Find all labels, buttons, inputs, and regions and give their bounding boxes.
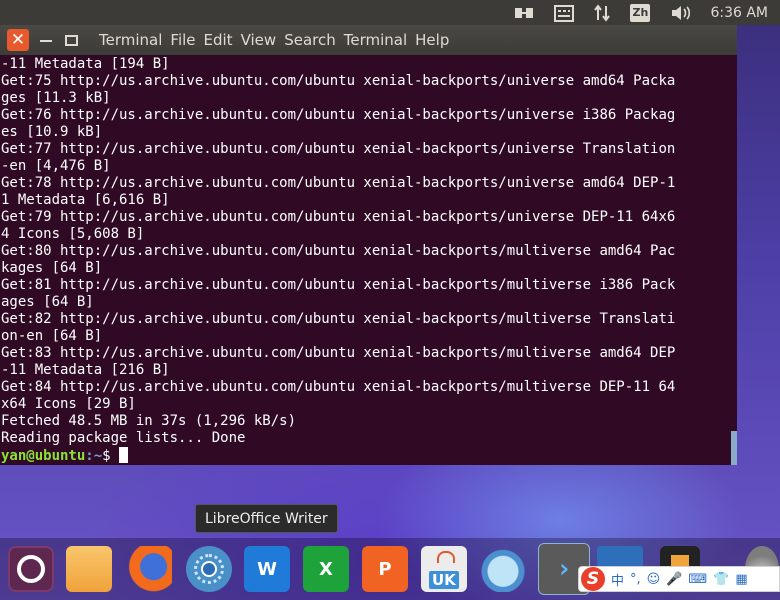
clock[interactable]: 6:36 AM bbox=[710, 5, 768, 21]
terminal-line: 1 Metadata [6,616 B] bbox=[1, 192, 170, 208]
terminal-line: Reading package lists... Done bbox=[1, 430, 246, 446]
files-folder-icon[interactable] bbox=[66, 546, 112, 592]
terminal-line: Get:78 http://us.archive.ubuntu.com/ubun… bbox=[1, 175, 676, 191]
firefox-icon[interactable] bbox=[126, 546, 172, 592]
emoji-icon[interactable]: ☺ bbox=[647, 572, 661, 587]
terminal-line: x64 Icons [29 B] bbox=[1, 396, 136, 412]
chromium-icon[interactable] bbox=[186, 546, 232, 592]
prompt-path: :~ bbox=[85, 448, 103, 464]
terminal-line: es [10.9 kB] bbox=[1, 124, 103, 140]
terminal-line: -11 Metadata [194 B] bbox=[1, 56, 170, 72]
top-panel: Zh 6:36 AM bbox=[0, 0, 780, 25]
soft-keyboard-icon[interactable]: ⌨ bbox=[688, 572, 707, 587]
terminal-line: kages [64 B] bbox=[1, 260, 103, 276]
terminal-line: 4 Icons [5,608 B] bbox=[1, 226, 145, 242]
bag-handle bbox=[437, 551, 455, 563]
input-method-label: Zh bbox=[630, 3, 651, 22]
menu-list: Terminal File Edit View Search Terminal … bbox=[99, 31, 457, 49]
menu-terminal-app[interactable]: Terminal bbox=[99, 31, 162, 49]
prompt-symbol: $ bbox=[102, 448, 111, 464]
menu-help[interactable]: Help bbox=[415, 31, 449, 49]
writer-letter: W bbox=[257, 558, 277, 580]
ime-lang-toggle[interactable]: 中 bbox=[611, 570, 624, 589]
menu-file[interactable]: File bbox=[170, 31, 195, 49]
chromium-core bbox=[201, 561, 217, 577]
ime-punct-toggle[interactable]: °, bbox=[630, 572, 641, 587]
terminal-line: -en [4,476 B] bbox=[1, 158, 111, 174]
terminal-window[interactable]: ✕ Terminal File Edit View Search Termina… bbox=[0, 25, 737, 465]
sogou-ime-toolbar: S 中 °, ☺ 🎤 ⌨ 👕 ▦ bbox=[578, 566, 780, 592]
terminal-output[interactable]: -11 Metadata [194 B] Get:75 http://us.arc… bbox=[1, 56, 675, 465]
terminal-line: Get:79 http://us.archive.ubuntu.com/ubun… bbox=[1, 209, 676, 225]
menu-search[interactable]: Search bbox=[284, 31, 336, 49]
keyboard-icon[interactable] bbox=[554, 0, 575, 25]
libreoffice-writer-icon[interactable]: W bbox=[244, 546, 290, 592]
software-center-label: UK bbox=[429, 571, 459, 589]
terminal-line: Get:82 http://us.archive.ubuntu.com/ubun… bbox=[1, 311, 676, 327]
terminal-line: Get:77 http://us.archive.ubuntu.com/ubun… bbox=[1, 141, 676, 157]
terminal-line: ages [64 B] bbox=[1, 294, 94, 310]
ubuntu-dash-icon[interactable] bbox=[8, 546, 54, 592]
terminal-line: on-en [64 B] bbox=[1, 328, 103, 344]
terminal-line: Get:84 http://us.archive.ubuntu.com/ubun… bbox=[1, 379, 676, 395]
terminal-line: Get:80 http://us.archive.ubuntu.com/ubun… bbox=[1, 243, 676, 259]
terminal-prompt-glyph: › bbox=[556, 554, 572, 584]
terminal-line: -11 Metadata [216 B] bbox=[1, 362, 170, 378]
ubuntu-logo bbox=[17, 555, 45, 583]
calc-letter: X bbox=[319, 558, 333, 580]
terminal-prompt-line: yan@ubuntu:~$ bbox=[1, 447, 675, 465]
menu-terminal[interactable]: Terminal bbox=[344, 31, 407, 49]
menu-view[interactable]: View bbox=[241, 31, 277, 49]
network-icon[interactable] bbox=[514, 0, 534, 25]
prompt-user: yan@ubuntu bbox=[1, 448, 86, 464]
libreoffice-impress-icon[interactable]: P bbox=[362, 546, 408, 592]
text-cursor bbox=[119, 447, 129, 463]
skin-shirt-icon[interactable]: 👕 bbox=[713, 572, 729, 587]
chromium-ring bbox=[194, 554, 224, 584]
menu-edit[interactable]: Edit bbox=[204, 31, 233, 49]
software-center-icon[interactable]: UK bbox=[421, 546, 467, 592]
terminal-scrollbar[interactable] bbox=[731, 431, 737, 465]
volume-icon[interactable] bbox=[670, 0, 692, 25]
terminal-line: Get:83 http://us.archive.ubuntu.com/ubun… bbox=[1, 345, 676, 361]
terminal-menubar: ✕ Terminal File Edit View Search Termina… bbox=[0, 25, 737, 55]
maximize-icon[interactable] bbox=[65, 34, 78, 46]
input-method-icon[interactable]: Zh bbox=[630, 0, 651, 25]
terminal-line: Get:75 http://us.archive.ubuntu.com/ubun… bbox=[1, 73, 676, 89]
terminal-line: Fetched 48.5 MB in 37s (1,296 kB/s) bbox=[1, 413, 297, 429]
terminal-line: Get:76 http://us.archive.ubuntu.com/ubun… bbox=[1, 107, 676, 123]
minimize-icon[interactable] bbox=[39, 33, 53, 47]
microphone-icon[interactable]: 🎤 bbox=[666, 572, 682, 587]
dock-tooltip: LibreOffice Writer bbox=[195, 504, 338, 533]
close-icon[interactable]: ✕ bbox=[7, 29, 29, 51]
remote-desktop-icon[interactable] bbox=[480, 546, 526, 592]
sogou-logo-icon[interactable]: S bbox=[581, 567, 605, 591]
toolbox-icon[interactable]: ▦ bbox=[735, 572, 747, 587]
terminal-line: Get:81 http://us.archive.ubuntu.com/ubun… bbox=[1, 277, 676, 293]
impress-letter: P bbox=[378, 558, 392, 580]
terminal-line: ges [11.3 kB] bbox=[1, 90, 111, 106]
libreoffice-calc-icon[interactable]: X bbox=[303, 546, 349, 592]
transfer-arrows-icon[interactable] bbox=[594, 0, 611, 25]
